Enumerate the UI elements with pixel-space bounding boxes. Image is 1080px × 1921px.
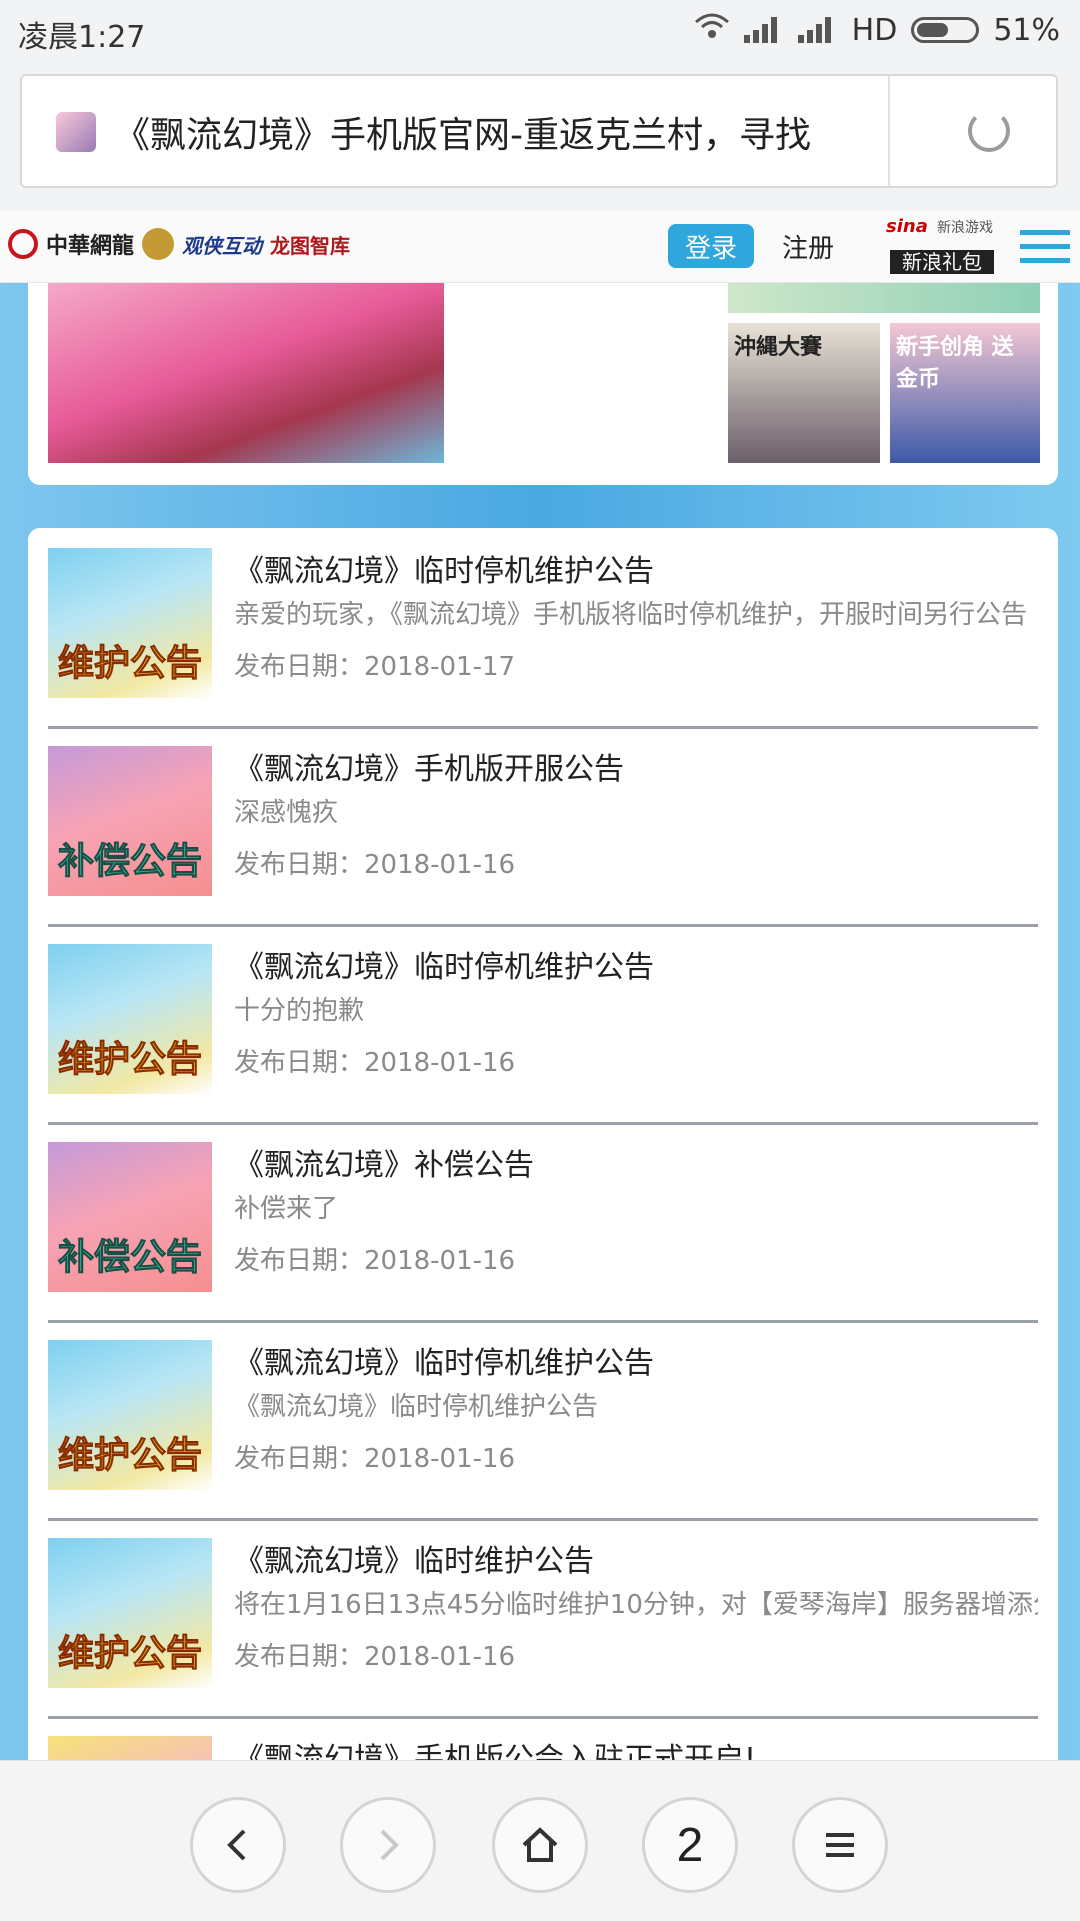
item-date: 发布日期：2018-01-16 [234,850,516,880]
list-item[interactable]: 维护公告 《飘流幻境》临时维护公告 将在1月16日13点45分临时维护10分钟，… [48,1518,1038,1719]
tabs-count: 2 [676,1818,704,1872]
partner-logos[interactable]: 中華網龍 观侠互动 龙图智库 [8,228,350,260]
sina-subtitle: 新浪游戏 [936,220,993,236]
tabs-button[interactable]: 2 [642,1797,738,1893]
list-item[interactable]: 《飘流幻境》手机版公会入驻正式开启! [48,1716,1038,1760]
list-item[interactable]: 补偿公告 《飘流幻境》补偿公告 补偿来了 发布日期：2018-01-16 [48,1122,1038,1323]
status-indicators: HD 51% [694,12,1060,48]
forward-button[interactable] [340,1797,436,1893]
item-title: 《飘流幻境》补偿公告 [234,1148,534,1183]
site-favicon-icon [56,112,96,152]
divider [888,76,890,186]
news-thumbnail: 维护公告 [48,1538,212,1688]
item-summary: 十分的抱歉 [234,996,365,1026]
back-button[interactable] [190,1797,286,1893]
wifi-icon [694,12,730,48]
page-content[interactable]: 沖縄大賽 新手创角 送金币 维护公告 《飘流幻境》临时停机维护公告 亲爱的玩家，… [0,283,1080,1760]
battery-icon [911,17,980,43]
news-thumbnail [48,1736,212,1760]
status-bar: 凌晨1:27 HD 51% [0,0,1080,62]
banner-thumb[interactable] [728,283,1040,313]
battery-percent: 51% [993,12,1060,48]
news-thumbnail: 维护公告 [48,1340,212,1490]
page-title[interactable]: 《飘流幻境》手机版官网-重返克兰村，寻找 [114,106,884,158]
chevron-left-icon [227,1829,246,1861]
banner-thumb[interactable]: 新手创角 送金币 [890,323,1040,463]
home-button[interactable] [492,1797,588,1893]
item-date: 发布日期：2018-01-17 [234,652,516,682]
sina-logo: sina [886,216,928,237]
list-item[interactable]: 补偿公告 《飘流幻境》手机版开服公告 深感愧疚 发布日期：2018-01-16 [48,726,1038,927]
sina-gift-button[interactable]: sina 新浪游戏 新浪礼包 [886,216,998,274]
item-title: 《飘流幻境》手机版开服公告 [234,752,624,787]
signal-icon [797,17,838,43]
list-item[interactable]: 维护公告 《飘流幻境》临时停机维护公告 亲爱的玩家，《飘流幻境》手机版将临时停机… [48,528,1038,729]
news-thumbnail: 补偿公告 [48,746,212,896]
item-date: 发布日期：2018-01-16 [234,1246,516,1276]
item-date: 发布日期：2018-01-16 [234,1642,516,1672]
reload-icon[interactable] [968,110,1010,152]
news-list: 维护公告 《飘流幻境》临时停机维护公告 亲爱的玩家，《飘流幻境》手机版将临时停机… [28,528,1058,1760]
item-summary: 将在1月16日13点45分临时维护10分钟，对【爱琴海岸】服务器增添分 [234,1590,1038,1620]
login-button[interactable]: 登录 [668,224,754,268]
signal-icon [743,17,784,43]
home-icon [522,1827,558,1862]
item-title: 《飘流幻境》临时停机维护公告 [234,1346,654,1381]
item-summary: 亲爱的玩家，《飘流幻境》手机版将临时停机维护，开服时间另行公告 [234,600,1028,630]
banner-card: 沖縄大賽 新手创角 送金币 [28,283,1058,485]
site-header: 中華網龍 观侠互动 龙图智库 登录 注册 sina 新浪游戏 新浪礼包 [0,210,1080,283]
address-bar[interactable]: 《飘流幻境》手机版官网-重返克兰村，寻找 [20,74,1058,188]
register-link[interactable]: 注册 [782,228,834,265]
hamburger-menu-icon[interactable] [1020,230,1070,264]
item-summary: 《飘流幻境》临时停机维护公告 [234,1392,599,1422]
emblem-icon [142,228,175,260]
list-item[interactable]: 维护公告 《飘流幻境》临时停机维护公告 《飘流幻境》临时停机维护公告 发布日期：… [48,1320,1038,1521]
item-title: 《飘流幻境》临时停机维护公告 [234,950,654,985]
item-title: 《飘流幻境》临时停机维护公告 [234,554,654,589]
chinesegamer-logo-icon [8,229,38,259]
sina-gift-label: 新浪礼包 [890,250,994,274]
item-summary: 补偿来了 [234,1194,339,1224]
item-title: 《飘流幻境》手机版公会入驻正式开启! [234,1742,757,1760]
logo-text: 中華網龍 [46,234,135,259]
item-summary: 深感愧疚 [234,798,339,828]
chevron-right-icon [380,1829,399,1861]
menu-button[interactable] [792,1797,888,1893]
menu-icon [826,1833,854,1857]
banner-thumb[interactable]: 沖縄大賽 [728,323,880,463]
news-thumbnail: 维护公告 [48,944,212,1094]
item-date: 发布日期：2018-01-16 [234,1048,516,1078]
news-thumbnail: 补偿公告 [48,1142,212,1292]
logo-text: 龙图智库 [270,233,351,258]
news-thumbnail: 维护公告 [48,548,212,698]
status-time: 凌晨1:27 [18,20,146,55]
logo-text: 观侠互动 [182,233,263,258]
item-title: 《飘流幻境》临时维护公告 [234,1544,594,1579]
browser-toolbar: 2 [0,1760,1080,1921]
list-item[interactable]: 维护公告 《飘流幻境》临时停机维护公告 十分的抱歉 发布日期：2018-01-1… [48,924,1038,1125]
item-date: 发布日期：2018-01-16 [234,1444,516,1474]
network-type: HD [851,12,898,48]
banner-image[interactable] [48,283,444,463]
